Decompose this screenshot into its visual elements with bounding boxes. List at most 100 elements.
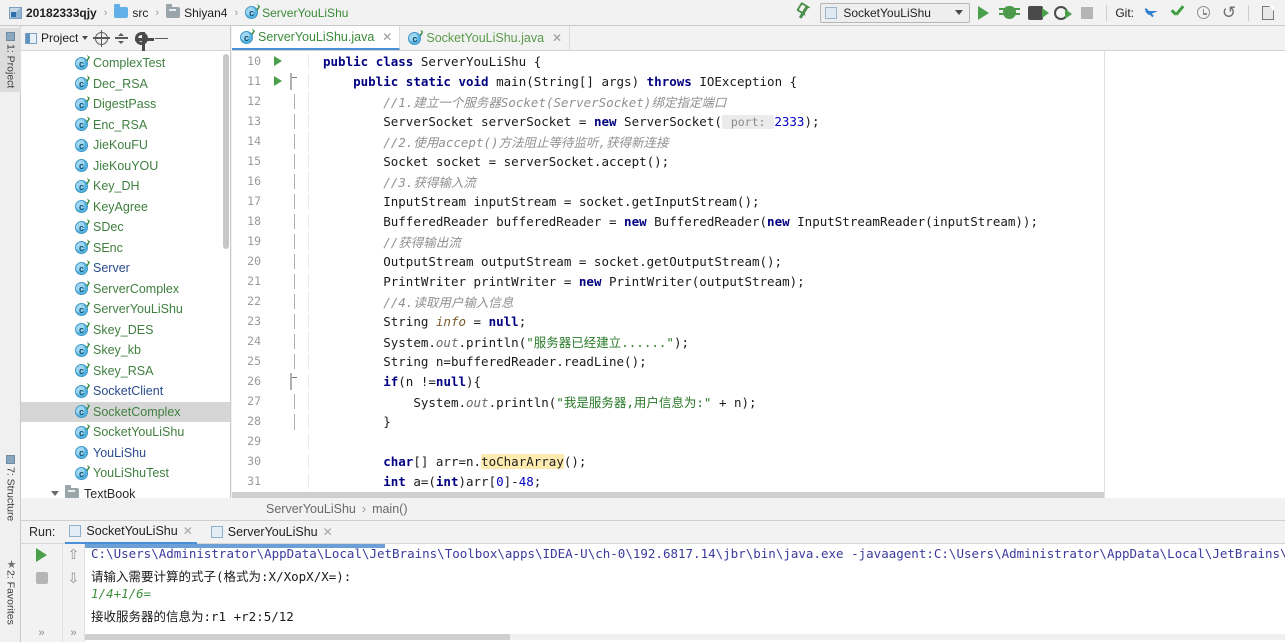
project-icon [9,6,22,19]
run-gutter-icon[interactable] [274,76,282,86]
tree-item-key_dh[interactable]: c Key_DH [21,176,230,197]
project-title-button[interactable]: Project [25,31,89,45]
project-scrollbar[interactable] [223,54,229,249]
tree-item-digestpass[interactable]: c DigestPass [21,94,230,115]
fold-line [294,193,295,209]
hide-icon[interactable] [155,32,169,45]
close-icon[interactable]: ✕ [382,30,392,44]
sidebar-item-favorites[interactable]: ★ 2: Favorites [0,554,21,629]
close-icon[interactable]: ✕ [323,525,333,539]
tree-item-skey_rsa[interactable]: c Skey_RSA [21,361,230,382]
fold-marker[interactable] [290,313,308,329]
tab-socketyoulishu[interactable]: c SocketYouLiShu.java ✕ [400,26,571,50]
tree-item-servercomplex[interactable]: c ServerComplex [21,279,230,300]
fold-marker[interactable] [290,173,308,189]
tree-item-dec_rsa[interactable]: c Dec_RSA [21,74,230,95]
stop-icon[interactable] [35,572,48,584]
locate-icon[interactable] [93,29,111,47]
fold-end-icon[interactable] [294,413,295,430]
git-history-button[interactable] [1190,2,1216,24]
fold-marker[interactable] [290,273,308,289]
scroll-up-icon[interactable]: ⇧ [68,547,80,561]
fold-marker[interactable] [290,353,308,369]
gutter-marker[interactable] [266,56,290,66]
run-with-coverage-button[interactable] [1048,2,1074,24]
run-configuration-selector[interactable]: SocketYouLiShu [820,2,971,23]
fold-marker[interactable] [290,413,308,430]
gutter-marker[interactable] [266,76,290,86]
git-commit-button[interactable] [1164,2,1190,24]
close-icon[interactable]: ✕ [552,31,562,45]
tree-item-youlishu[interactable]: c YouLiShu [21,443,230,464]
sidebar-item-structure[interactable]: 7: Structure [0,451,21,525]
fold-marker[interactable] [290,333,308,349]
run-button[interactable] [970,2,996,24]
tree-item-socketclient[interactable]: c SocketClient [21,381,230,402]
fold-marker[interactable] [290,113,308,129]
run-with-profiler-button[interactable] [1022,2,1049,24]
tree-item-jiekouyou[interactable]: c JieKouYOU [21,156,230,177]
close-icon[interactable]: ✕ [183,524,193,538]
breadcrumb-method[interactable]: main() [372,502,407,516]
tree-item-complextest[interactable]: c ComplexTest [21,53,230,74]
line-number: 14 [247,134,261,148]
scroll-down-icon[interactable]: ⇩ [68,571,80,585]
fold-marker[interactable] [290,72,308,90]
tree-item-keyagree[interactable]: c KeyAgree [21,197,230,218]
fold-collapse-icon[interactable] [290,372,292,390]
tree-item-socketcomplex[interactable]: c SocketComplex [21,401,230,422]
code-line-text: } [308,413,1285,429]
console-output[interactable]: C:\Users\Administrator\AppData\Local\Jet… [85,544,1285,642]
build-icon[interactable] [794,3,812,23]
rerun-icon[interactable] [36,548,47,562]
fold-marker[interactable] [290,233,308,249]
sidebar-item-project[interactable]: 1: Project [0,28,21,93]
collapse-all-icon[interactable] [115,32,129,45]
tree-item-enc_rsa[interactable]: c Enc_RSA [21,115,230,136]
fold-marker[interactable] [290,372,308,390]
run-tab-socketyoulishu[interactable]: SocketYouLiShu ✕ [65,520,197,544]
file-button[interactable] [1255,2,1281,24]
more-icon[interactable]: » [38,627,44,639]
tree-item-senc[interactable]: c SEnc [21,238,230,259]
fold-marker[interactable] [290,93,308,109]
tree-item-jiekoufu[interactable]: c JieKouFU [21,135,230,156]
more-icon[interactable]: » [70,627,76,639]
fold-line [294,153,295,169]
fold-marker[interactable] [290,213,308,229]
code-editor[interactable]: 10 public class ServerYouLiShu {11 public… [232,51,1285,498]
git-update-button[interactable] [1138,2,1164,24]
fold-collapse-icon[interactable] [290,72,292,90]
tree-item-label: ServerYouLiShu [93,302,183,317]
project-tree[interactable]: c ComplexTest c Dec_RSA c DigestPass c Enc_RSA c… [21,51,230,498]
breadcrumb-item-class[interactable]: c ServerYouLiShu [242,4,351,22]
debug-button[interactable] [996,2,1022,24]
tree-item-sdec[interactable]: c SDec [21,217,230,238]
tree-item-socketyoulishu[interactable]: c SocketYouLiShu [21,422,230,443]
breadcrumb-class[interactable]: ServerYouLiShu [266,502,356,516]
breadcrumb-item-project[interactable]: 20182333qjy [6,4,100,22]
console-horizontal-scrollbar[interactable] [85,634,510,640]
breadcrumb-item-package[interactable]: Shiyan4 [163,4,230,22]
stop-button[interactable] [1074,2,1100,24]
tree-item-textbook[interactable]: TextBook [21,484,230,498]
fold-marker[interactable] [290,133,308,149]
line-number: 26 [247,374,261,388]
tree-item-youlishutest[interactable]: c YouLiShuTest [21,463,230,484]
run-gutter-icon[interactable] [274,56,282,66]
tree-item-serveryoulishu[interactable]: c ServerYouLiShu [21,299,230,320]
fold-marker[interactable] [290,193,308,209]
breadcrumb-item-src[interactable]: src [111,4,151,22]
fold-marker[interactable] [290,153,308,169]
run-tab-serveryoulishu[interactable]: ServerYouLiShu ✕ [207,520,337,544]
tree-item-skey_kb[interactable]: c Skey_kb [21,340,230,361]
fold-marker[interactable] [290,253,308,269]
tab-serveryoulishu[interactable]: c ServerYouLiShu.java ✕ [232,26,401,50]
tree-item-skey_des[interactable]: c Skey_DES [21,320,230,341]
fold-marker[interactable] [290,393,308,409]
settings-icon[interactable] [135,31,155,51]
tree-item-server[interactable]: c Server [21,258,230,279]
fold-marker[interactable] [290,293,308,309]
git-revert-button[interactable]: ↺ [1216,2,1242,24]
line-number: 31 [247,474,261,488]
